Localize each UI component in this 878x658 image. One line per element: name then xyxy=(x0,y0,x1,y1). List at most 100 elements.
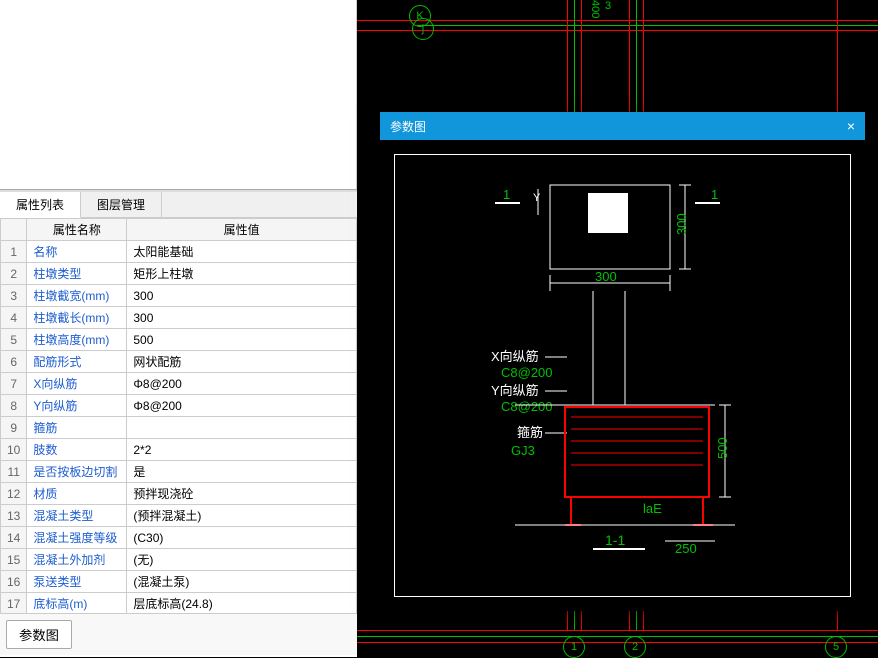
row-number: 3 xyxy=(1,285,27,307)
table-row[interactable]: 11是否按板边切割是 xyxy=(1,461,357,483)
prop-value-cell[interactable]: 是 xyxy=(127,461,357,483)
prop-name-cell: 是否按板边切割 xyxy=(27,461,127,483)
grid-bubble-1: 1 xyxy=(563,636,585,658)
diagram-frame: 1 1 Y 300 300 X向纵筋 xyxy=(394,154,851,597)
popup-title-text: 参数图 xyxy=(390,118,426,135)
prop-value-cell[interactable]: 500 xyxy=(127,329,357,351)
svg-text:1: 1 xyxy=(503,187,510,202)
svg-text:Y向纵筋: Y向纵筋 xyxy=(491,383,539,398)
row-number: 5 xyxy=(1,329,27,351)
prop-value-cell[interactable] xyxy=(127,417,357,439)
popup-titlebar[interactable]: 参数图 × xyxy=(380,112,865,140)
table-row[interactable]: 1名称太阳能基础 xyxy=(1,241,357,263)
prop-value-cell[interactable]: 300 xyxy=(127,307,357,329)
prop-value-cell[interactable]: 预拌现浇砼 xyxy=(127,483,357,505)
svg-text:箍筋: 箍筋 xyxy=(517,425,543,440)
dim-400: 400 xyxy=(589,0,601,18)
prop-name-cell: 名称 xyxy=(27,241,127,263)
svg-text:laE: laE xyxy=(643,501,662,516)
prop-name-cell: 混凝土强度等级 xyxy=(27,527,127,549)
prop-value-cell[interactable]: 网状配筋 xyxy=(127,351,357,373)
left-panel: 属性列表 图层管理 属性名称 属性值 1名称太阳能基础2柱墩类型矩形上柱墩3柱墩… xyxy=(0,0,357,657)
param-diagram-button[interactable]: 参数图 xyxy=(6,620,72,649)
row-number: 17 xyxy=(1,593,27,614)
table-row[interactable]: 10肢数2*2 xyxy=(1,439,357,461)
prop-value-cell[interactable]: 2*2 xyxy=(127,439,357,461)
table-row[interactable]: 16泵送类型(混凝土泵) xyxy=(1,571,357,593)
row-number: 15 xyxy=(1,549,27,571)
prop-name-cell: 混凝土外加剂 xyxy=(27,549,127,571)
tab-properties[interactable]: 属性列表 xyxy=(0,192,81,218)
close-icon[interactable]: × xyxy=(847,118,855,134)
svg-text:C8@200: C8@200 xyxy=(501,399,553,414)
prop-name-cell: 柱墩截长(mm) xyxy=(27,307,127,329)
prop-value-cell[interactable]: (混凝土泵) xyxy=(127,571,357,593)
svg-text:250: 250 xyxy=(675,541,697,556)
col-num xyxy=(1,219,27,241)
svg-text:GJ3: GJ3 xyxy=(511,443,535,458)
row-number: 2 xyxy=(1,263,27,285)
row-number: 6 xyxy=(1,351,27,373)
row-number: 10 xyxy=(1,439,27,461)
row-number: 12 xyxy=(1,483,27,505)
prop-name-cell: 泵送类型 xyxy=(27,571,127,593)
row-number: 8 xyxy=(1,395,27,417)
svg-text:C8@200: C8@200 xyxy=(501,365,553,380)
prop-name-cell: 配筋形式 xyxy=(27,351,127,373)
table-row[interactable]: 17底标高(m)层底标高(24.8) xyxy=(1,593,357,614)
table-row[interactable]: 7X向纵筋Φ8@200 xyxy=(1,373,357,395)
prop-value-cell[interactable]: 300 xyxy=(127,285,357,307)
prop-name-cell: 箍筋 xyxy=(27,417,127,439)
table-row[interactable]: 14混凝土强度等级(C30) xyxy=(1,527,357,549)
table-row[interactable]: 3柱墩截宽(mm)300 xyxy=(1,285,357,307)
prop-name-cell: Y向纵筋 xyxy=(27,395,127,417)
grid-bubble-5: 5 xyxy=(825,636,847,658)
popup-body: 1 1 Y 300 300 X向纵筋 xyxy=(380,140,865,611)
property-table: 属性名称 属性值 1名称太阳能基础2柱墩类型矩形上柱墩3柱墩截宽(mm)3004… xyxy=(0,218,357,613)
svg-text:300: 300 xyxy=(595,269,617,284)
prop-name-cell: 底标高(m) xyxy=(27,593,127,614)
table-row[interactable]: 9箍筋 xyxy=(1,417,357,439)
prop-name-cell: 材质 xyxy=(27,483,127,505)
prop-value-cell[interactable]: (预拌混凝土) xyxy=(127,505,357,527)
col-name: 属性名称 xyxy=(27,219,127,241)
prop-name-cell: X向纵筋 xyxy=(27,373,127,395)
prop-value-cell[interactable]: Φ8@200 xyxy=(127,373,357,395)
svg-text:Y: Y xyxy=(533,192,541,204)
table-row[interactable]: 8Y向纵筋Φ8@200 xyxy=(1,395,357,417)
svg-text:500: 500 xyxy=(715,437,730,459)
prop-value-cell[interactable]: 矩形上柱墩 xyxy=(127,263,357,285)
diagram-svg: 1 1 Y 300 300 X向纵筋 xyxy=(395,155,850,596)
prop-value-cell[interactable]: Φ8@200 xyxy=(127,395,357,417)
prop-value-cell[interactable]: (C30) xyxy=(127,527,357,549)
table-row[interactable]: 15混凝土外加剂(无) xyxy=(1,549,357,571)
table-row[interactable]: 6配筋形式网状配筋 xyxy=(1,351,357,373)
prop-value-cell[interactable]: 层底标高(24.8) xyxy=(127,593,357,614)
table-row[interactable]: 12材质预拌现浇砼 xyxy=(1,483,357,505)
table-row[interactable]: 4柱墩截长(mm)300 xyxy=(1,307,357,329)
table-row[interactable]: 13混凝土类型(预拌混凝土) xyxy=(1,505,357,527)
prop-value-cell[interactable]: (无) xyxy=(127,549,357,571)
row-number: 16 xyxy=(1,571,27,593)
dim-3: 3 xyxy=(605,0,611,12)
row-number: 1 xyxy=(1,241,27,263)
row-number: 9 xyxy=(1,417,27,439)
property-scroll[interactable]: 属性名称 属性值 1名称太阳能基础2柱墩类型矩形上柱墩3柱墩截宽(mm)3004… xyxy=(0,218,357,613)
svg-text:1: 1 xyxy=(711,187,718,202)
row-number: 7 xyxy=(1,373,27,395)
row-number: 14 xyxy=(1,527,27,549)
prop-value-cell[interactable]: 太阳能基础 xyxy=(127,241,357,263)
table-row[interactable]: 5柱墩高度(mm)500 xyxy=(1,329,357,351)
prop-name-cell: 混凝土类型 xyxy=(27,505,127,527)
tab-bar: 属性列表 图层管理 xyxy=(0,192,357,218)
prop-name-cell: 柱墩截宽(mm) xyxy=(27,285,127,307)
row-number: 4 xyxy=(1,307,27,329)
grid-bubble-2: 2 xyxy=(624,636,646,658)
button-row: 参数图 xyxy=(0,613,357,655)
row-number: 13 xyxy=(1,505,27,527)
tab-layers[interactable]: 图层管理 xyxy=(81,192,162,217)
prop-name-cell: 柱墩类型 xyxy=(27,263,127,285)
svg-text:X向纵筋: X向纵筋 xyxy=(491,349,539,364)
table-row[interactable]: 2柱墩类型矩形上柱墩 xyxy=(1,263,357,285)
blank-area xyxy=(0,0,357,189)
